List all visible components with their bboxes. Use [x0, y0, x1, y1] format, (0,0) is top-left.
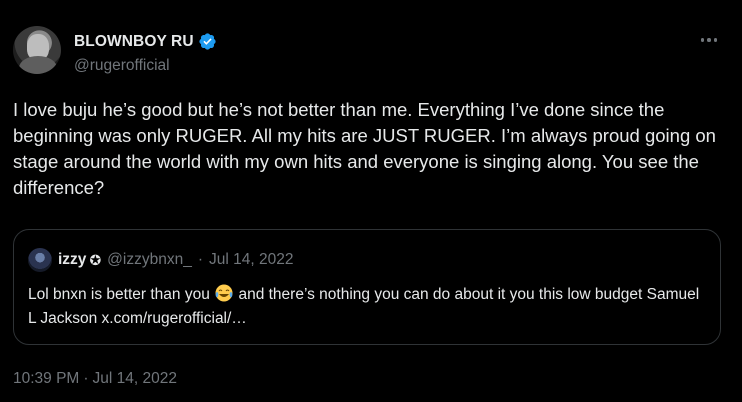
verified-badge-icon[interactable]: [198, 32, 217, 51]
quoted-date: Jul 14, 2022: [209, 251, 294, 268]
quoted-author-badge: ✪: [89, 251, 102, 268]
tweet-header: BLOWNBOY RU @rugerofficial: [13, 26, 726, 80]
face-with-tears-of-joy-icon: [215, 284, 233, 302]
quoted-separator: ·: [197, 251, 204, 268]
quoted-tweet-text: Lol bnxn is better than you and there’s …: [28, 283, 708, 331]
tweet-text: I love buju he’s good but he’s not bette…: [13, 99, 716, 198]
tweet-time-link[interactable]: 10:39 PM: [13, 370, 79, 388]
author-handle[interactable]: @rugerofficial: [74, 57, 170, 75]
quoted-author-name: izzy: [58, 251, 87, 268]
more-options-icon[interactable]: [696, 30, 722, 50]
author-name-row: BLOWNBOY RU: [74, 32, 217, 51]
quoted-author-handle: @izzybnxn_: [107, 251, 192, 268]
quoted-tweet-header: izzy ✪ @izzybnxn_ · Jul 14, 2022: [28, 248, 293, 272]
tweet-timestamp: 10:39 PM · Jul 14, 2022: [13, 370, 177, 388]
tweet-date-link[interactable]: Jul 14, 2022: [93, 370, 177, 388]
author-avatar[interactable]: [13, 26, 61, 74]
timestamp-separator: ·: [83, 370, 89, 387]
quoted-tweet[interactable]: izzy ✪ @izzybnxn_ · Jul 14, 2022 Lol bnx…: [13, 229, 721, 345]
author-display-name[interactable]: BLOWNBOY RU: [74, 33, 194, 51]
quoted-author-avatar: [28, 248, 52, 272]
quoted-text-part-1: Lol bnxn is better than you: [28, 286, 210, 303]
